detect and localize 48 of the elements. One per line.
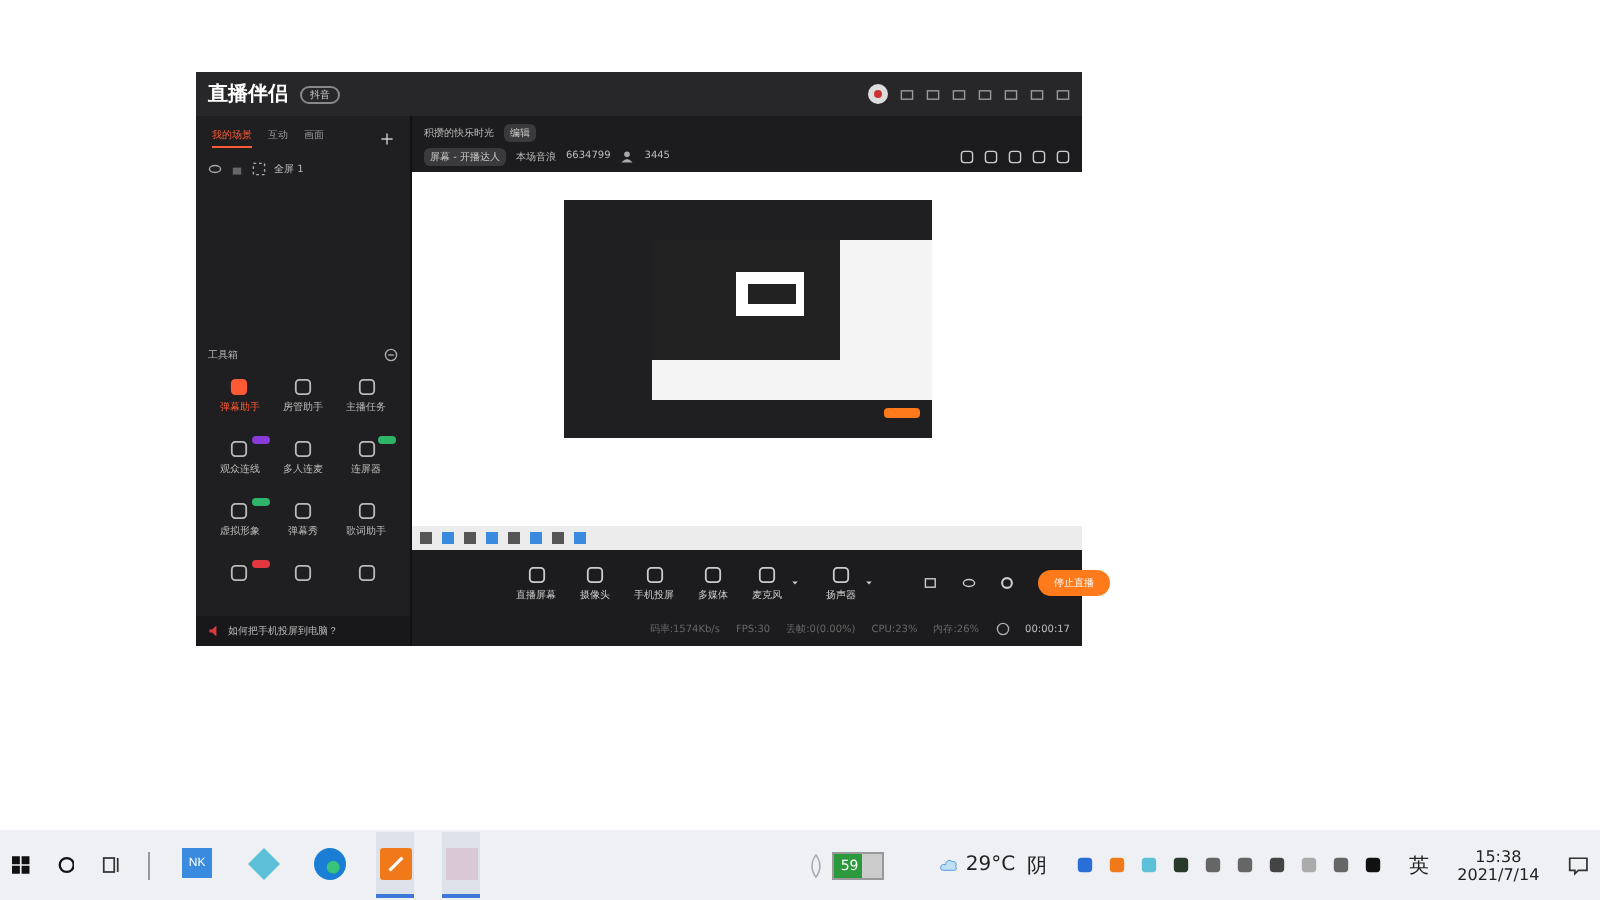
rounded-square-icon xyxy=(527,565,545,583)
rounded-square-icon xyxy=(293,378,312,396)
windows-start-icon[interactable] xyxy=(12,854,30,876)
speaker-icon xyxy=(208,624,222,638)
rounded-square-icon xyxy=(704,565,722,583)
eye-icon[interactable] xyxy=(962,576,976,590)
image-placeholder xyxy=(445,847,478,879)
collapse-icon[interactable] xyxy=(384,348,398,362)
rounded-square-icon xyxy=(230,564,249,582)
clock-icon xyxy=(995,622,1010,636)
weather-condition[interactable]: 阴 xyxy=(1027,851,1048,879)
rounded-square-icon xyxy=(293,502,312,520)
browser-icon xyxy=(313,847,346,879)
clock[interactable]: 15:38 2021/7/14 xyxy=(1457,847,1540,883)
taskbar-app[interactable] xyxy=(376,832,415,898)
search-icon[interactable] xyxy=(57,854,75,876)
caret-icon[interactable] xyxy=(862,576,876,590)
settings-icon[interactable] xyxy=(1000,576,1014,590)
monitor-icon[interactable] xyxy=(900,87,914,101)
rounded-square-icon xyxy=(230,378,249,396)
rounded-square-icon xyxy=(357,564,376,582)
rounded-square-icon xyxy=(357,440,376,458)
people-icon xyxy=(620,149,635,163)
input-method[interactable]: 英 xyxy=(1409,851,1430,879)
taskbar-app[interactable] xyxy=(442,832,481,898)
task-view-icon[interactable] xyxy=(102,854,121,876)
fullscreen-icon xyxy=(252,162,266,176)
rounded-square-icon xyxy=(357,502,376,520)
rounded-square-icon xyxy=(357,378,376,396)
rounded-square-icon xyxy=(230,440,249,458)
leaf-icon xyxy=(808,851,825,879)
rounded-square-icon xyxy=(758,565,776,583)
rounded-square-icon xyxy=(832,565,850,583)
rounded-square-icon xyxy=(293,440,312,458)
avatar-icon[interactable] xyxy=(868,84,888,104)
weather-temperature[interactable]: 29°C xyxy=(965,854,1016,876)
app-logo: 直播伴侣 xyxy=(208,81,288,108)
rounded-square-icon xyxy=(230,502,249,520)
caret-icon[interactable] xyxy=(788,576,802,590)
rounded-square-icon xyxy=(293,564,312,582)
app-icon xyxy=(379,847,412,879)
notification-icon[interactable] xyxy=(1567,853,1588,877)
rounded-square-icon xyxy=(586,565,604,583)
rounded-square-icon xyxy=(645,565,663,583)
add-icon[interactable] xyxy=(380,131,394,145)
eye-icon[interactable] xyxy=(208,162,222,176)
cloud-icon xyxy=(940,854,958,876)
diamond-icon xyxy=(247,847,280,879)
